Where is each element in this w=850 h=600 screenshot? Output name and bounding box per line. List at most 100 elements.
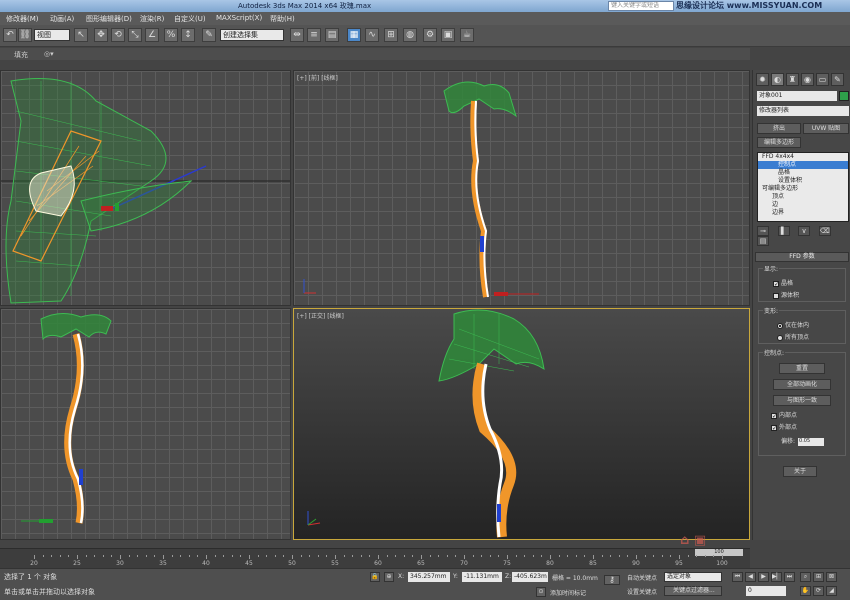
angle-snap-icon[interactable]: ∠	[145, 28, 159, 42]
object-name-field[interactable]: 对象001	[757, 91, 837, 101]
extrude-button[interactable]: 挤出	[757, 123, 801, 134]
viewport-top[interactable]	[0, 70, 291, 306]
hierarchy-tab-icon[interactable]: ♜	[786, 73, 799, 86]
pin-stack-icon[interactable]: ⊸	[757, 226, 769, 236]
motion-tab-icon[interactable]: ◉	[801, 73, 814, 86]
maximize-toggle-icon[interactable]: ⊠	[826, 572, 837, 582]
create-tab-icon[interactable]: ✹	[756, 73, 769, 86]
stack-item-lattice[interactable]: 晶格	[758, 169, 848, 177]
undo-icon[interactable]: ↶	[3, 28, 17, 42]
move-icon[interactable]: ✥	[94, 28, 108, 42]
x-coordinate-field[interactable]: 345.257mm	[408, 572, 450, 582]
zoom-all-icon[interactable]: ⊞	[813, 572, 824, 582]
add-time-tag[interactable]: 添加时间标记	[550, 588, 586, 597]
menu-customize[interactable]: 自定义(U)	[174, 14, 206, 24]
menu-help[interactable]: 帮助(H)	[270, 14, 295, 24]
lock-selection-icon[interactable]: 🔒	[370, 572, 380, 582]
auto-key-button[interactable]: 自动关键点	[627, 573, 657, 582]
menu-graph-editors[interactable]: 图形编辑器(D)	[86, 14, 132, 24]
search-input[interactable]: 键入关键字或短语	[608, 1, 674, 11]
viewport-perspective[interactable]: [+] [正交] [线框]	[293, 308, 750, 540]
only-in-volume-radio[interactable]: 仅在体内	[777, 320, 809, 329]
select-object-icon[interactable]: ↖	[74, 28, 88, 42]
modifier-stack[interactable]: FFD 4x4x4 控制点 晶格 设置体积 可编辑多边形 顶点 边 边界	[757, 152, 849, 222]
current-frame-field[interactable]: 0	[746, 586, 786, 596]
outside-points-checkbox[interactable]: ✓ 外部点	[771, 422, 797, 431]
uvw-map-button[interactable]: UVW 贴图	[803, 123, 849, 134]
goto-start-icon[interactable]: ⏮	[732, 572, 743, 582]
stack-item-ffd[interactable]: FFD 4x4x4	[758, 153, 848, 161]
about-button[interactable]: 关于	[783, 466, 817, 477]
material-editor-icon[interactable]: ◍	[403, 28, 417, 42]
inside-points-checkbox[interactable]: ✓ 内部点	[771, 410, 797, 419]
all-vertices-radio[interactable]: 所有顶点	[777, 332, 809, 341]
timeline[interactable]: 100 20 25 30 35 40 45 50 55 60 65 70 75 80 85 90 95 100	[0, 548, 750, 568]
offset-spinner[interactable]: 偏移: 0.05	[781, 436, 825, 446]
zoom-icon[interactable]: ⌕	[800, 572, 811, 582]
show-end-result-icon[interactable]: ▌	[777, 226, 790, 236]
field-of-view-icon[interactable]: ◢	[826, 586, 837, 596]
source-volume-checkbox[interactable]: 源体积	[773, 290, 799, 299]
y-coordinate-field[interactable]: -11.131mm	[462, 572, 502, 582]
modifier-list-dropdown[interactable]: 修改器列表	[757, 106, 849, 116]
next-frame-icon[interactable]: ▶▏	[771, 572, 782, 582]
schematic-view-icon[interactable]: ⊞	[384, 28, 398, 42]
animate-all-button[interactable]: 全部动画化	[773, 379, 831, 390]
key-filters-button[interactable]: 关键点过滤器...	[664, 586, 722, 596]
align-icon[interactable]: ≡	[307, 28, 321, 42]
stack-item-border[interactable]: 边界	[758, 209, 848, 217]
menu-rendering[interactable]: 渲染(R)	[140, 14, 164, 24]
play-icon[interactable]: ▶	[758, 572, 769, 582]
stack-item-control-points[interactable]: 控制点	[758, 161, 848, 169]
render-teapot-icon[interactable]: ☕	[460, 28, 474, 42]
object-color-swatch[interactable]	[839, 91, 849, 101]
rollout-title[interactable]: FFD 参数	[755, 252, 849, 262]
named-selection-set[interactable]: 创建选择集	[220, 29, 284, 41]
percent-snap-icon[interactable]: %	[164, 28, 178, 42]
orbit-icon[interactable]: ⟳	[813, 586, 824, 596]
ribbon-tab-fill[interactable]: 填充	[14, 50, 28, 60]
prev-frame-icon[interactable]: ◀	[745, 572, 756, 582]
reference-coordinate-select[interactable]: 视图	[34, 29, 70, 41]
stack-item-edge[interactable]: 边	[758, 201, 848, 209]
mirror-icon[interactable]: ⇹	[290, 28, 304, 42]
render-setup-icon[interactable]: ⚙	[423, 28, 437, 42]
timeline-ruler[interactable]: 20 25 30 35 40 45 50 55 60 65 70 75 80 85 90 95 100	[0, 555, 750, 569]
layer-manager-icon[interactable]: ▤	[325, 28, 339, 42]
spinner-snap-icon[interactable]: ↕	[181, 28, 195, 42]
edit-named-selection-icon[interactable]: ✎	[202, 28, 216, 42]
utilities-tab-icon[interactable]: ✎	[831, 73, 844, 86]
viewport-left[interactable]	[0, 308, 291, 540]
rendered-frame-icon[interactable]: ▣	[441, 28, 455, 42]
key-selection-dropdown[interactable]: 选定对象	[664, 572, 722, 582]
conform-to-shape-button[interactable]: 与图形一致	[773, 395, 831, 406]
rotate-icon[interactable]: ⟲	[111, 28, 125, 42]
lattice-checkbox[interactable]: ✓ 晶格	[773, 278, 793, 287]
set-key-button[interactable]: 设置关键点	[627, 587, 657, 596]
select-link-icon[interactable]: ⛓	[18, 28, 32, 42]
scale-icon[interactable]: ⤡	[128, 28, 142, 42]
graphite-toggle-icon[interactable]: ▦	[347, 28, 361, 42]
menu-animation[interactable]: 动画(A)	[50, 14, 74, 24]
stack-item-vertex[interactable]: 顶点	[758, 193, 848, 201]
menu-maxscript[interactable]: MAXScript(X)	[216, 14, 262, 22]
edit-poly-button[interactable]: 编辑多边形	[757, 137, 801, 148]
modify-tab-icon[interactable]: ◐	[771, 73, 784, 86]
time-tag-icon[interactable]: ⊙	[536, 587, 546, 597]
reset-button[interactable]: 重置	[779, 363, 825, 374]
relative-mode-icon[interactable]: ⊕	[384, 572, 394, 582]
stack-item-set-volume[interactable]: 设置体积	[758, 177, 848, 185]
configure-sets-icon[interactable]: ▤	[757, 236, 769, 246]
z-coordinate-field[interactable]: -405.623m	[512, 572, 548, 582]
stack-item-editable-poly[interactable]: 可编辑多边形	[758, 185, 848, 193]
curve-editor-icon[interactable]: ∿	[365, 28, 379, 42]
viewport-front[interactable]: [+] [前] [线框]	[293, 70, 750, 306]
menu-modifiers[interactable]: 修改器(M)	[6, 14, 39, 24]
display-tab-icon[interactable]: ▭	[816, 73, 829, 86]
goto-end-icon[interactable]: ⏭	[784, 572, 795, 582]
pan-icon[interactable]: ✋	[800, 586, 811, 596]
key-icon[interactable]: ⚷	[604, 575, 620, 585]
ribbon-options-icon[interactable]: ◎▾	[44, 50, 54, 58]
remove-modifier-icon[interactable]: ⌫	[818, 226, 831, 236]
make-unique-icon[interactable]: ∨	[798, 226, 811, 236]
